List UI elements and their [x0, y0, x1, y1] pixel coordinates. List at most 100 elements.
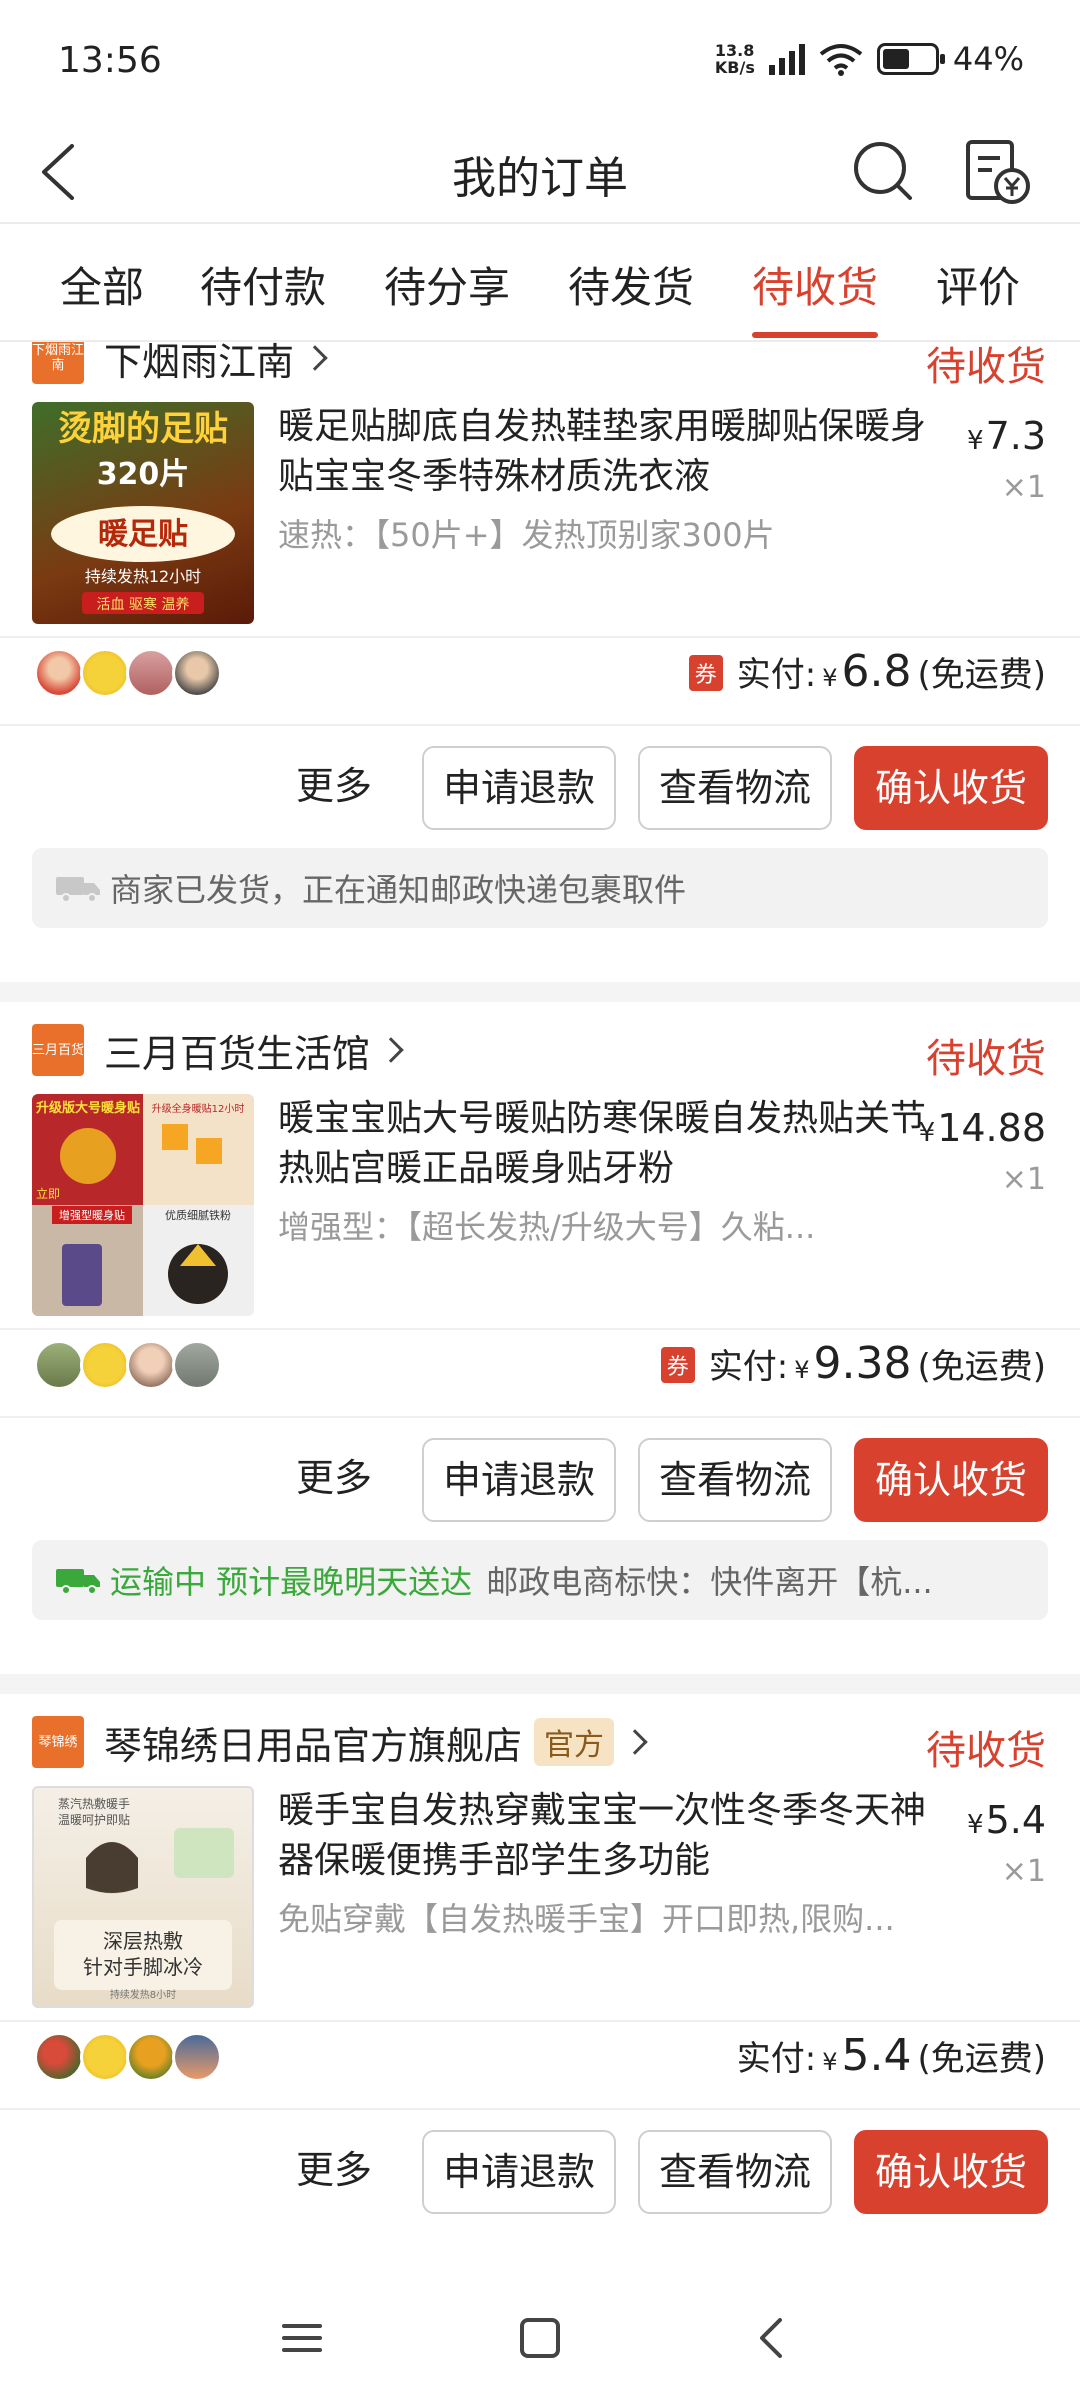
more-button[interactable]: 更多: [254, 754, 414, 818]
logistics-text: 邮政电商标快：快件离开【杭...: [486, 1563, 933, 1601]
order-status: 待收货: [926, 344, 1046, 390]
product-title[interactable]: 暖足贴脚底自发热鞋垫家用暖脚贴保暖身贴宝宝冬季特殊材质洗衣液: [278, 402, 928, 502]
refund-button[interactable]: 申请退款: [422, 1438, 616, 1522]
truck-icon: [56, 1569, 100, 1595]
divider: [0, 2020, 1080, 2022]
divider: [0, 1328, 1080, 1330]
track-logistics-button[interactable]: 查看物流: [638, 746, 832, 830]
tab-pending-shipment[interactable]: 待发货: [568, 254, 694, 315]
price-currency: ¥: [967, 426, 984, 456]
product-price: ¥14.88: [919, 1106, 1046, 1150]
network-speed: 13.8 KB/s: [715, 42, 755, 76]
tab-review[interactable]: 评价: [936, 254, 1020, 315]
thumb-text-5: 持续发热8小时: [110, 1988, 176, 2001]
avatar: [172, 648, 222, 698]
track-logistics-button[interactable]: 查看物流: [638, 2130, 832, 2214]
status-icons: 13.8 KB/s 44%: [715, 40, 1024, 78]
paid-label: 实付:: [708, 1347, 789, 1387]
coupon-icon: 券: [688, 655, 723, 691]
order-card[interactable]: 下烟雨江南 下烟雨江南 待收货 烫脚的足贴 320片 暖足贴 持续发热12小时 …: [0, 342, 1080, 982]
shop-row[interactable]: 下烟雨江南 下烟雨江南: [32, 342, 328, 386]
group-avatars[interactable]: [34, 1340, 222, 1390]
home-button[interactable]: [508, 2306, 572, 2370]
order-card[interactable]: 琴锦绣 琴锦绣日用品官方旗舰店 官方 待收货 蒸汽热敷暖手 温暖呵护即贴 深层热…: [0, 1694, 1080, 2270]
track-logistics-button[interactable]: 查看物流: [638, 1438, 832, 1522]
network-speed-unit: KB/s: [714, 58, 755, 77]
order-status: 待收货: [926, 1728, 1046, 1774]
logistics-bar[interactable]: 运输中 预计最晚明天送达 邮政电商标快：快件离开【杭...: [32, 1540, 1048, 1620]
confirm-receipt-button[interactable]: 确认收货: [854, 1438, 1048, 1522]
product-thumbnail[interactable]: 蒸汽热敷暖手 温暖呵护即贴 深层热敷 针对手脚冰冷 持续发热8小时: [32, 1786, 254, 2008]
paid-label: 实付:: [736, 2039, 817, 2079]
search-button[interactable]: [846, 130, 922, 214]
logistics-status: 运输中 预计最晚明天送达: [110, 1563, 473, 1601]
more-button[interactable]: 更多: [254, 2138, 414, 2202]
paid-currency: ¥: [822, 664, 838, 692]
more-button[interactable]: 更多: [254, 1446, 414, 1510]
avatar: [34, 648, 84, 698]
confirm-receipt-button[interactable]: 确认收货: [854, 2130, 1048, 2214]
refund-button[interactable]: 申请退款: [422, 746, 616, 830]
battery-icon: [876, 43, 945, 75]
shipping-note: (免运费): [917, 1347, 1046, 1387]
paid-amount-row: 券 实付: ¥ 6.8 (免运费): [688, 646, 1046, 697]
product-quantity: ×1: [1001, 470, 1046, 505]
paid-amount: 5.4: [841, 2030, 912, 2081]
group-avatars[interactable]: [34, 2032, 222, 2082]
divider: [0, 636, 1080, 638]
price-value: 14.88: [937, 1106, 1046, 1150]
product-thumbnail[interactable]: 烫脚的足贴 320片 暖足贴 持续发热12小时 活血 驱寒 温养: [32, 402, 254, 624]
status-time: 13:56: [58, 40, 162, 81]
thumb-text-1: 蒸汽热敷暖手: [58, 1796, 130, 1811]
system-nav-bar: [0, 2270, 1080, 2403]
paid-label: 实付:: [736, 655, 817, 695]
header: 我的订单: [0, 120, 1080, 224]
tab-all[interactable]: 全部: [60, 254, 144, 315]
thumb-text-2: 温暖呵护即贴: [58, 1813, 130, 1827]
order-list: 下烟雨江南 下烟雨江南 待收货 烫脚的足贴 320片 暖足贴 持续发热12小时 …: [0, 342, 1080, 2270]
price-value: 7.3: [985, 414, 1046, 458]
menu-button[interactable]: [270, 2306, 334, 2370]
bill-button[interactable]: [960, 130, 1036, 214]
chevron-right-icon: [378, 1037, 404, 1063]
refund-button[interactable]: 申请退款: [422, 2130, 616, 2214]
avatar: [126, 1340, 176, 1390]
order-card[interactable]: 三月百货 三月百货生活馆 待收货 升级版大号暖身贴 升级全身暖贴12小时 立即 …: [0, 1002, 1080, 1674]
divider: [0, 1416, 1080, 1418]
thumb-text-3: 暖足贴: [98, 517, 188, 552]
tab-pending-share[interactable]: 待分享: [384, 254, 510, 315]
product-title[interactable]: 暖宝宝贴大号暖贴防寒保暖自发热贴关节热贴宫暖正品暖身贴牙粉: [278, 1094, 928, 1194]
thumb-text-2: 升级全身暖贴12小时: [152, 1102, 245, 1115]
product-price: ¥5.4: [967, 1798, 1046, 1842]
paid-amount-row: 实付: ¥ 5.4 (免运费): [737, 2030, 1046, 2081]
avatar: [172, 2032, 222, 2082]
truck-icon: [56, 877, 100, 903]
confirm-receipt-button[interactable]: 确认收货: [854, 746, 1048, 830]
logistics-bar[interactable]: 商家已发货，正在通知邮政快递包裹取件: [32, 848, 1048, 928]
home-icon: [520, 2318, 560, 2358]
tab-pending-receipt[interactable]: 待收货: [752, 254, 879, 338]
price-currency: ¥: [918, 1118, 936, 1148]
group-avatars[interactable]: [34, 648, 222, 698]
product-thumbnail[interactable]: 升级版大号暖身贴 升级全身暖贴12小时 立即 增强型暖身贴 优质细腻铁粉: [32, 1094, 254, 1316]
paid-amount-row: 券 实付: ¥ 9.38 (免运费): [660, 1338, 1046, 1389]
product-quantity: ×1: [1001, 1162, 1046, 1197]
thumb-text-5: 优质细腻铁粉: [165, 1209, 231, 1222]
paid-amount: 9.38: [813, 1338, 912, 1389]
search-icon: [854, 142, 912, 200]
thumb-text-2: 320片: [97, 457, 190, 492]
chevron-right-icon: [622, 1729, 648, 1755]
shop-row[interactable]: 三月百货 三月百货生活馆: [32, 1022, 404, 1078]
order-actions: 更多 申请退款 查看物流 确认收货: [0, 1438, 1080, 1522]
tab-pending-payment[interactable]: 待付款: [200, 254, 326, 315]
nav-back-button[interactable]: [740, 2306, 804, 2370]
shop-name: 三月百货生活馆: [104, 1031, 371, 1076]
shop-row[interactable]: 琴锦绣 琴锦绣日用品官方旗舰店 官方: [32, 1714, 648, 1770]
avatar: [172, 1340, 222, 1390]
thumb-text-1: 升级版大号暖身贴: [36, 1100, 140, 1116]
order-status: 待收货: [926, 1036, 1046, 1082]
product-title[interactable]: 暖手宝自发热穿戴宝宝一次性冬季冬天神器保暖便携手部学生多功能: [278, 1786, 928, 1886]
avatar: [80, 1340, 130, 1390]
order-actions: 更多 申请退款 查看物流 确认收货: [0, 2130, 1080, 2214]
coupon-icon: 券: [660, 1347, 695, 1383]
